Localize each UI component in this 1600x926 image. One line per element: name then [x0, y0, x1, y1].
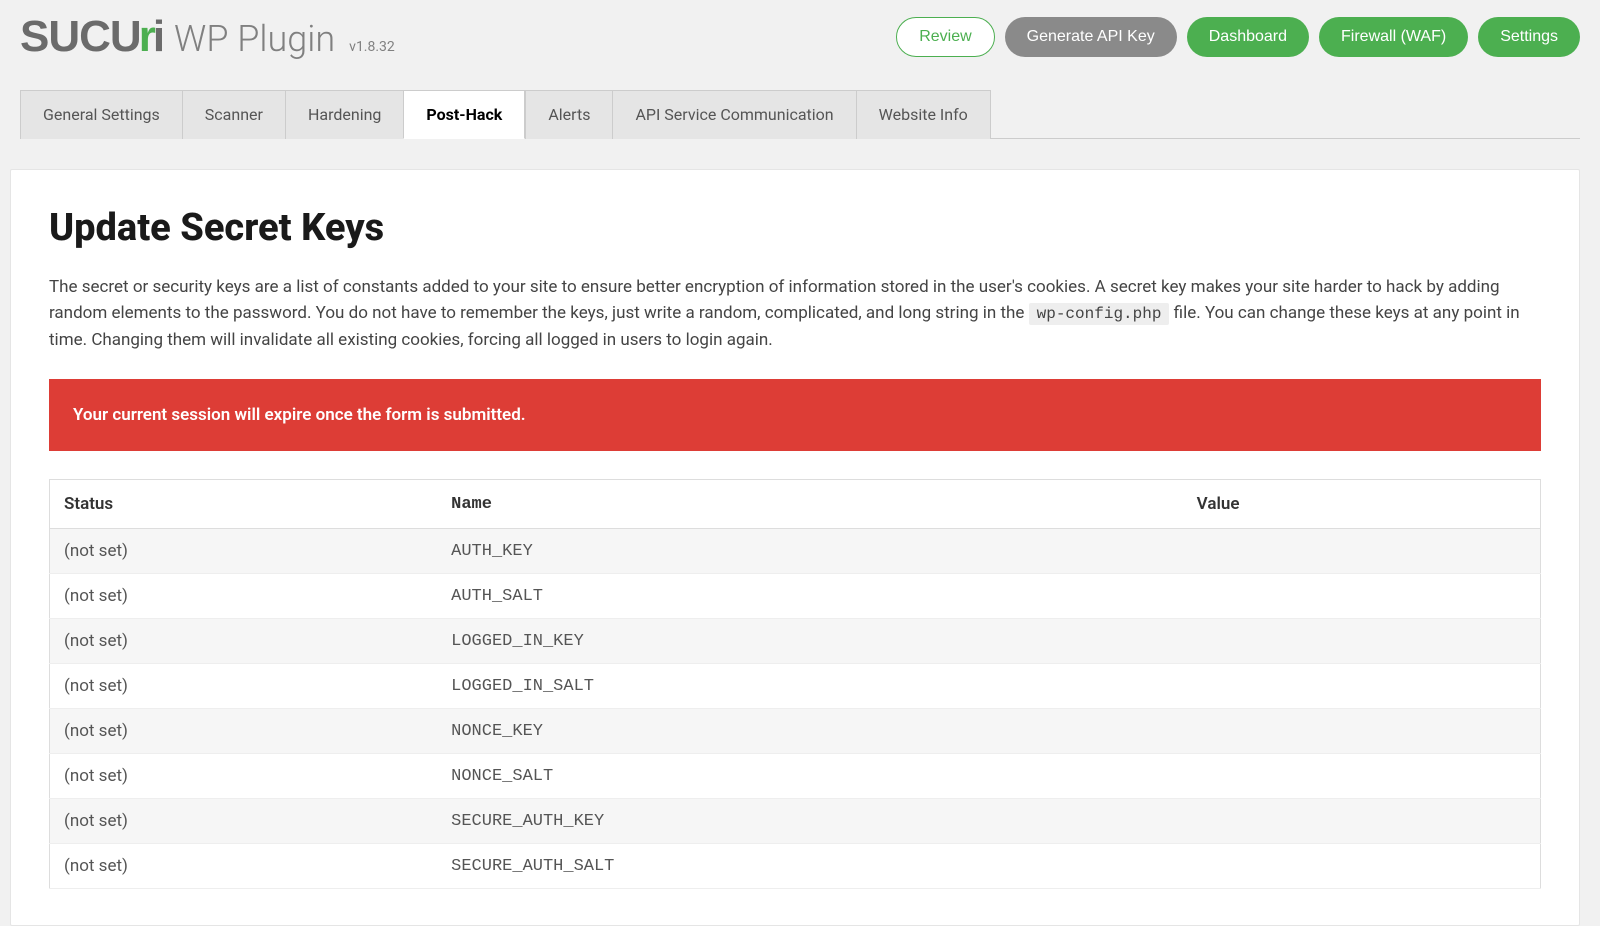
cell-value — [1183, 574, 1541, 619]
cell-name: LOGGED_IN_KEY — [437, 619, 1183, 664]
tab-website-info[interactable]: Website Info — [856, 90, 991, 139]
cell-name: NONCE_KEY — [437, 709, 1183, 754]
cell-name: SECURE_AUTH_SALT — [437, 844, 1183, 889]
content-panel: Update Secret Keys The secret or securit… — [10, 169, 1580, 926]
table-row: (not set)NONCE_KEY — [50, 709, 1541, 754]
page-title: Update Secret Keys — [49, 206, 1541, 250]
header-status: Status — [50, 480, 438, 529]
header-value: Value — [1183, 480, 1541, 529]
table-row: (not set)SECURE_AUTH_KEY — [50, 799, 1541, 844]
cell-value — [1183, 529, 1541, 574]
tab-api-service-communication[interactable]: API Service Communication — [612, 90, 855, 139]
cell-value — [1183, 664, 1541, 709]
cell-status: (not set) — [50, 754, 438, 799]
table-header-row: Status Name Value — [50, 480, 1541, 529]
firewall-button[interactable]: Firewall (WAF) — [1319, 17, 1468, 57]
header-name: Name — [437, 480, 1183, 529]
secret-keys-table: Status Name Value (not set)AUTH_KEY(not … — [49, 479, 1541, 889]
tab-general-settings[interactable]: General Settings — [20, 90, 182, 139]
cell-name: AUTH_SALT — [437, 574, 1183, 619]
cell-value — [1183, 754, 1541, 799]
cell-name: SECURE_AUTH_KEY — [437, 799, 1183, 844]
header-buttons: Review Generate API Key Dashboard Firewa… — [896, 17, 1580, 57]
table-row: (not set)LOGGED_IN_KEY — [50, 619, 1541, 664]
cell-status: (not set) — [50, 709, 438, 754]
tab-hardening[interactable]: Hardening — [285, 90, 403, 139]
brand-logo: SUCUri — [20, 12, 164, 62]
tab-alerts[interactable]: Alerts — [525, 90, 612, 139]
session-expire-alert: Your current session will expire once th… — [49, 379, 1541, 451]
settings-button[interactable]: Settings — [1478, 17, 1580, 57]
cell-status: (not set) — [50, 619, 438, 664]
cell-value — [1183, 619, 1541, 664]
table-row: (not set)SECURE_AUTH_SALT — [50, 844, 1541, 889]
table-row: (not set)NONCE_SALT — [50, 754, 1541, 799]
header-bar: SUCUri WP Plugin v1.8.32 Review Generate… — [0, 0, 1600, 70]
table-row: (not set)AUTH_SALT — [50, 574, 1541, 619]
description-code: wp-config.php — [1029, 303, 1170, 325]
logo-text-pre: SUCU — [20, 12, 141, 62]
brand-version: v1.8.32 — [349, 39, 395, 55]
table-row: (not set)AUTH_KEY — [50, 529, 1541, 574]
cell-status: (not set) — [50, 664, 438, 709]
cell-name: AUTH_KEY — [437, 529, 1183, 574]
generate-api-key-button[interactable]: Generate API Key — [1005, 17, 1177, 57]
tabs-nav: General Settings Scanner Hardening Post-… — [20, 90, 1580, 139]
cell-status: (not set) — [50, 529, 438, 574]
cell-status: (not set) — [50, 574, 438, 619]
tab-scanner[interactable]: Scanner — [182, 90, 285, 139]
brand: SUCUri WP Plugin v1.8.32 — [20, 12, 395, 62]
review-button[interactable]: Review — [896, 17, 994, 57]
brand-subtitle: WP Plugin — [174, 18, 335, 60]
cell-status: (not set) — [50, 844, 438, 889]
table-row: (not set)LOGGED_IN_SALT — [50, 664, 1541, 709]
tab-post-hack[interactable]: Post-Hack — [403, 90, 525, 139]
dashboard-button[interactable]: Dashboard — [1187, 17, 1309, 57]
logo-text-post: i — [153, 12, 164, 62]
cell-name: LOGGED_IN_SALT — [437, 664, 1183, 709]
cell-value — [1183, 844, 1541, 889]
cell-value — [1183, 709, 1541, 754]
cell-name: NONCE_SALT — [437, 754, 1183, 799]
cell-value — [1183, 799, 1541, 844]
description-text: The secret or security keys are a list o… — [49, 274, 1541, 353]
cell-status: (not set) — [50, 799, 438, 844]
